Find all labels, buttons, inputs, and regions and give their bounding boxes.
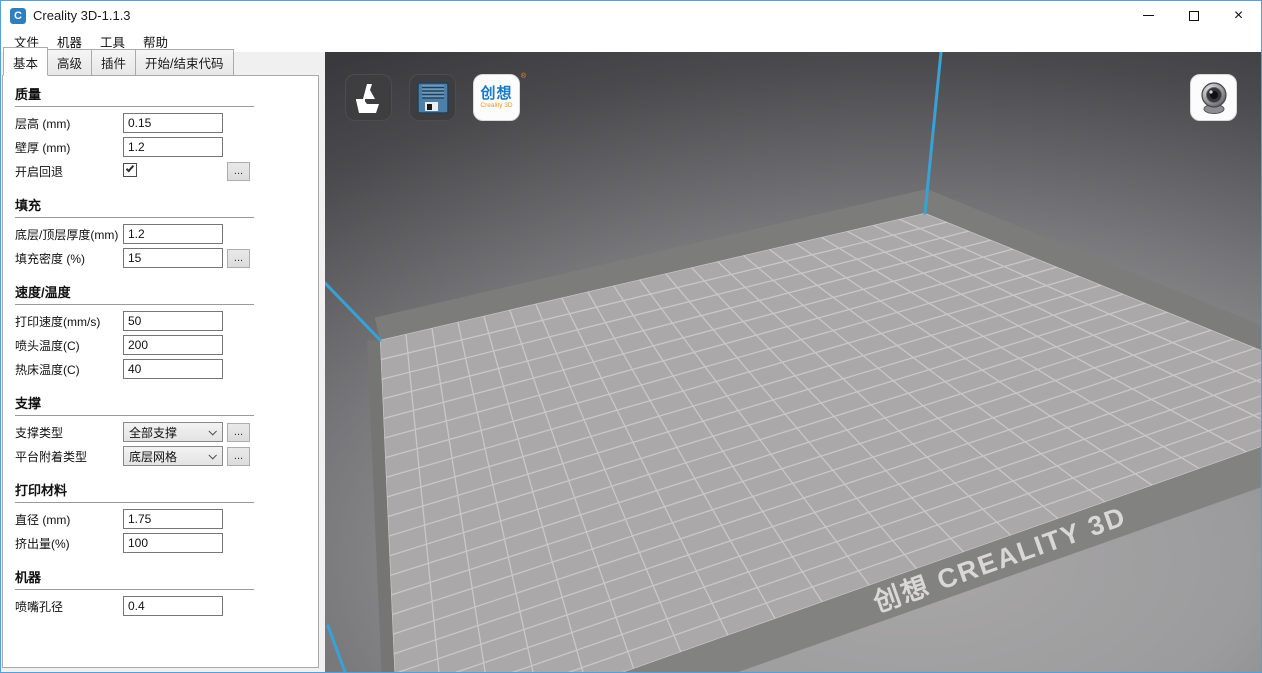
setting-checkbox[interactable] [123,163,137,177]
more-options-button[interactable]: ... [227,249,250,268]
registered-mark: ® [521,73,526,80]
webcam-icon [1196,80,1232,116]
setting-label: 平台附着类型 [15,448,87,465]
axis-line-back [925,52,941,213]
setting-label: 挤出量(%) [15,535,70,552]
settings-section: 质量层高 (mm) 壁厚 (mm) 开启回退... [15,84,306,183]
section-title: 打印材料 [15,480,254,503]
setting-input[interactable] [123,533,223,553]
settings-section: 机器喷嘴孔径 [15,567,306,618]
setting-input[interactable] [123,248,223,268]
setting-row: 平台附着类型 底层网格... [15,444,306,468]
setting-row: 打印速度(mm/s) [15,309,306,333]
setting-row: 喷嘴孔径 [15,594,306,618]
setting-label: 热床温度(C) [15,361,80,378]
settings-section: 速度/温度打印速度(mm/s) 喷头温度(C) 热床温度(C) [15,282,306,381]
setting-row: 热床温度(C) [15,357,306,381]
close-button[interactable]: × [1216,1,1261,30]
setting-dropdown[interactable]: 底层网格 [123,446,223,466]
section-title: 质量 [15,84,254,107]
more-options-button[interactable]: ... [227,423,250,442]
setting-input[interactable] [123,113,223,133]
setting-dropdown[interactable]: 全部支撑 [123,422,223,442]
setting-input[interactable] [123,137,223,157]
window-title: Creality 3D-1.1.3 [33,8,131,23]
setting-label: 开启回退 [15,163,63,180]
minimize-button[interactable] [1126,1,1171,30]
section-title: 速度/温度 [15,282,254,305]
save-gcode-icon [417,82,449,114]
setting-label: 支撑类型 [15,424,63,441]
app-icon: C [10,8,26,24]
save-gcode-button[interactable] [409,74,456,121]
creality-logo-button[interactable]: 创想 ® Creality 3D [473,74,520,121]
setting-row: 壁厚 (mm) [15,135,306,159]
settings-section: 打印材料直径 (mm) 挤出量(%) [15,480,306,555]
setting-row: 喷头温度(C) [15,333,306,357]
setting-row: 层高 (mm) [15,111,306,135]
window-controls: × [1126,1,1261,30]
check-icon [126,164,134,173]
setting-input[interactable] [123,335,223,355]
creality-logo-icon: 创想 ® Creality 3D [480,86,512,110]
settings-section: 填充底层/顶层厚度(mm) 填充密度 (%)... [15,195,306,270]
setting-input[interactable] [123,359,223,379]
load-model-icon [352,81,386,115]
more-options-button[interactable]: ... [227,447,250,466]
tab-4[interactable]: 开始/结束代码 [135,49,233,75]
app-window: C Creality 3D-1.1.3 × 文件机器工具帮助 基本高级插件开始/… [0,0,1262,673]
settings-sections: 质量层高 (mm) 壁厚 (mm) 开启回退... 填充底层/顶层厚度(mm) 填充密度… [2,75,319,668]
creality-logo-sub: Creality 3D [480,103,512,110]
chevron-down-icon [208,427,216,435]
close-icon: × [1234,7,1243,25]
axis-line-front [328,626,345,672]
creality-logo-cn: 创想 [480,86,512,101]
setting-row: 开启回退... [15,159,306,183]
setting-label: 直径 (mm) [15,511,70,528]
setting-label: 填充密度 (%) [15,250,85,267]
maximize-icon [1189,11,1199,21]
chevron-down-icon [208,451,216,459]
setting-row: 挤出量(%) [15,531,306,555]
setting-row: 底层/顶层厚度(mm) [15,222,306,246]
setting-label: 底层/顶层厚度(mm) [15,226,118,243]
settings-panel: 基本高级插件开始/结束代码 质量层高 (mm)壁厚 (mm)开启回退...填充底… [1,52,325,672]
axis-line-left [325,283,380,340]
settings-tabs: 基本高级插件开始/结束代码 [1,52,325,75]
build-plate-scene: 创想 CREALITY 3D [325,52,1261,672]
load-model-button[interactable] [345,74,392,121]
titlebar: C Creality 3D-1.1.3 × [1,1,1261,30]
settings-section: 支撑支撑类型 全部支撑... 平台附着类型 底层网格... [15,393,306,468]
setting-label: 层高 (mm) [15,115,70,132]
viewport-3d[interactable]: 创想 CREALITY 3D [325,52,1261,672]
setting-row: 填充密度 (%)... [15,246,306,270]
view-camera-button[interactable] [1190,74,1237,121]
setting-input[interactable] [123,311,223,331]
setting-row: 直径 (mm) [15,507,306,531]
section-title: 填充 [15,195,254,218]
tab-1[interactable]: 基本 [3,47,48,76]
setting-label: 喷头温度(C) [15,337,80,354]
main-body: 基本高级插件开始/结束代码 质量层高 (mm)壁厚 (mm)开启回退...填充底… [1,52,1261,672]
setting-input[interactable] [123,596,223,616]
setting-row: 支撑类型 全部支撑... [15,420,306,444]
section-title: 支撑 [15,393,254,416]
section-title: 机器 [15,567,254,590]
minimize-icon [1143,15,1154,16]
dropdown-value: 全部支撑 [129,424,177,441]
setting-input[interactable] [123,509,223,529]
more-options-button[interactable]: ... [227,162,250,181]
setting-label: 打印速度(mm/s) [15,313,100,330]
setting-label: 喷嘴孔径 [15,598,63,615]
setting-label: 壁厚 (mm) [15,139,70,156]
maximize-button[interactable] [1171,1,1216,30]
setting-input[interactable] [123,224,223,244]
tab-3[interactable]: 插件 [91,49,136,75]
dropdown-value: 底层网格 [129,448,177,465]
tab-2[interactable]: 高级 [47,49,92,75]
